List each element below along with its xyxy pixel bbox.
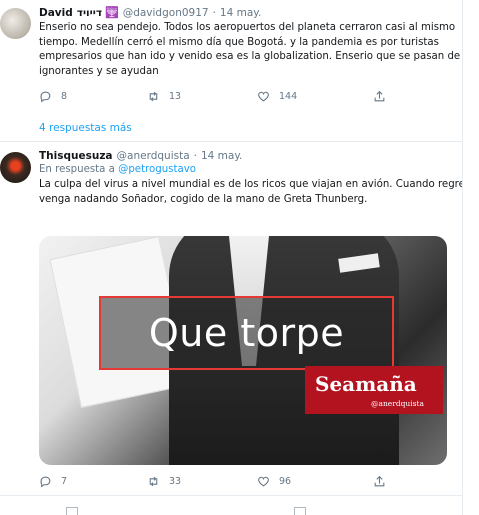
- divider: [0, 141, 462, 142]
- retweet-count: 13: [169, 90, 182, 102]
- tweet-header: David דייויד 🕎 @davidgon0917 · 14 may.: [39, 6, 462, 20]
- tweet-david[interactable]: David דייויד 🕎 @davidgon0917 · 14 may. ⌄…: [0, 6, 462, 105]
- avatar[interactable]: [0, 8, 31, 39]
- tweet-media-image[interactable]: Que torpe Seamaña @anerdquista: [39, 236, 447, 465]
- tweet-date[interactable]: 14 may.: [201, 149, 242, 163]
- share-button[interactable]: [373, 475, 386, 488]
- retweet-button[interactable]: 13: [147, 90, 257, 103]
- media-brand-handle: @anerdquista: [371, 399, 424, 408]
- tweet-thisquesuza[interactable]: Thisquesuza @anerdquista · 14 may. ⌄ En …: [0, 149, 463, 207]
- reply-icon: [40, 91, 51, 103]
- author-name[interactable]: Thisquesuza: [39, 149, 113, 163]
- media-brand-name: Seamaña: [315, 372, 417, 396]
- reply-icon: [40, 476, 51, 487]
- like-count: 96: [279, 475, 292, 487]
- heart-icon: [258, 476, 269, 486]
- retweet-icon: [149, 476, 158, 486]
- tweet-actions: 8 13 144: [39, 87, 462, 105]
- reply-count: 7: [61, 475, 68, 487]
- share-button[interactable]: [373, 90, 386, 103]
- scrollbar-track[interactable]: [470, 0, 479, 515]
- retweet-icon: [149, 91, 158, 102]
- media-caption: Que torpe: [148, 311, 345, 355]
- next-tweet-peek: [0, 505, 462, 515]
- media-caption-box: Que torpe: [99, 296, 394, 370]
- heart-icon: [258, 91, 269, 102]
- retweet-button[interactable]: 33: [147, 475, 257, 488]
- reply-count: 8: [61, 90, 68, 102]
- retweet-count: 33: [169, 475, 182, 487]
- tweet-text: Enserio no sea pendejo. Todos los aeropu…: [39, 22, 461, 77]
- mention-link[interactable]: @petrogustavo: [118, 164, 196, 175]
- author-handle[interactable]: @anerdquista: [117, 149, 190, 163]
- like-count: 144: [279, 90, 298, 102]
- reply-context: En respuesta a @petrogustavo: [39, 163, 462, 177]
- tweet-actions: 7 33 96: [39, 472, 386, 490]
- menorah-icon: 🕎: [105, 6, 119, 19]
- more-replies-link[interactable]: 4 respuestas más: [39, 122, 132, 134]
- share-icon: [374, 90, 385, 102]
- document-icon: [294, 507, 306, 515]
- share-icon: [374, 475, 385, 486]
- like-button[interactable]: 144: [257, 90, 373, 103]
- reply-button[interactable]: 8: [39, 90, 147, 103]
- tweet-date[interactable]: 14 may.: [220, 6, 261, 20]
- divider: [0, 495, 462, 496]
- media-brand-logo: Seamaña @anerdquista: [305, 366, 443, 414]
- separator-dot: ·: [193, 150, 197, 162]
- author-name[interactable]: David: [39, 6, 73, 20]
- tweet-text: La culpa del virus a nivel mundial es de…: [39, 179, 463, 205]
- tweet-header: Thisquesuza @anerdquista · 14 may.: [39, 149, 462, 163]
- timeline: David דייויד 🕎 @davidgon0917 · 14 may. ⌄…: [0, 0, 463, 515]
- avatar[interactable]: [0, 152, 31, 183]
- author-handle[interactable]: @davidgon0917: [123, 6, 209, 20]
- reply-button[interactable]: 7: [39, 475, 147, 488]
- reply-prefix: En respuesta a: [39, 164, 115, 175]
- document-icon: [66, 507, 78, 515]
- like-button[interactable]: 96: [257, 475, 373, 488]
- author-hebrew-name[interactable]: דייויד: [77, 6, 102, 20]
- separator-dot: ·: [212, 7, 216, 19]
